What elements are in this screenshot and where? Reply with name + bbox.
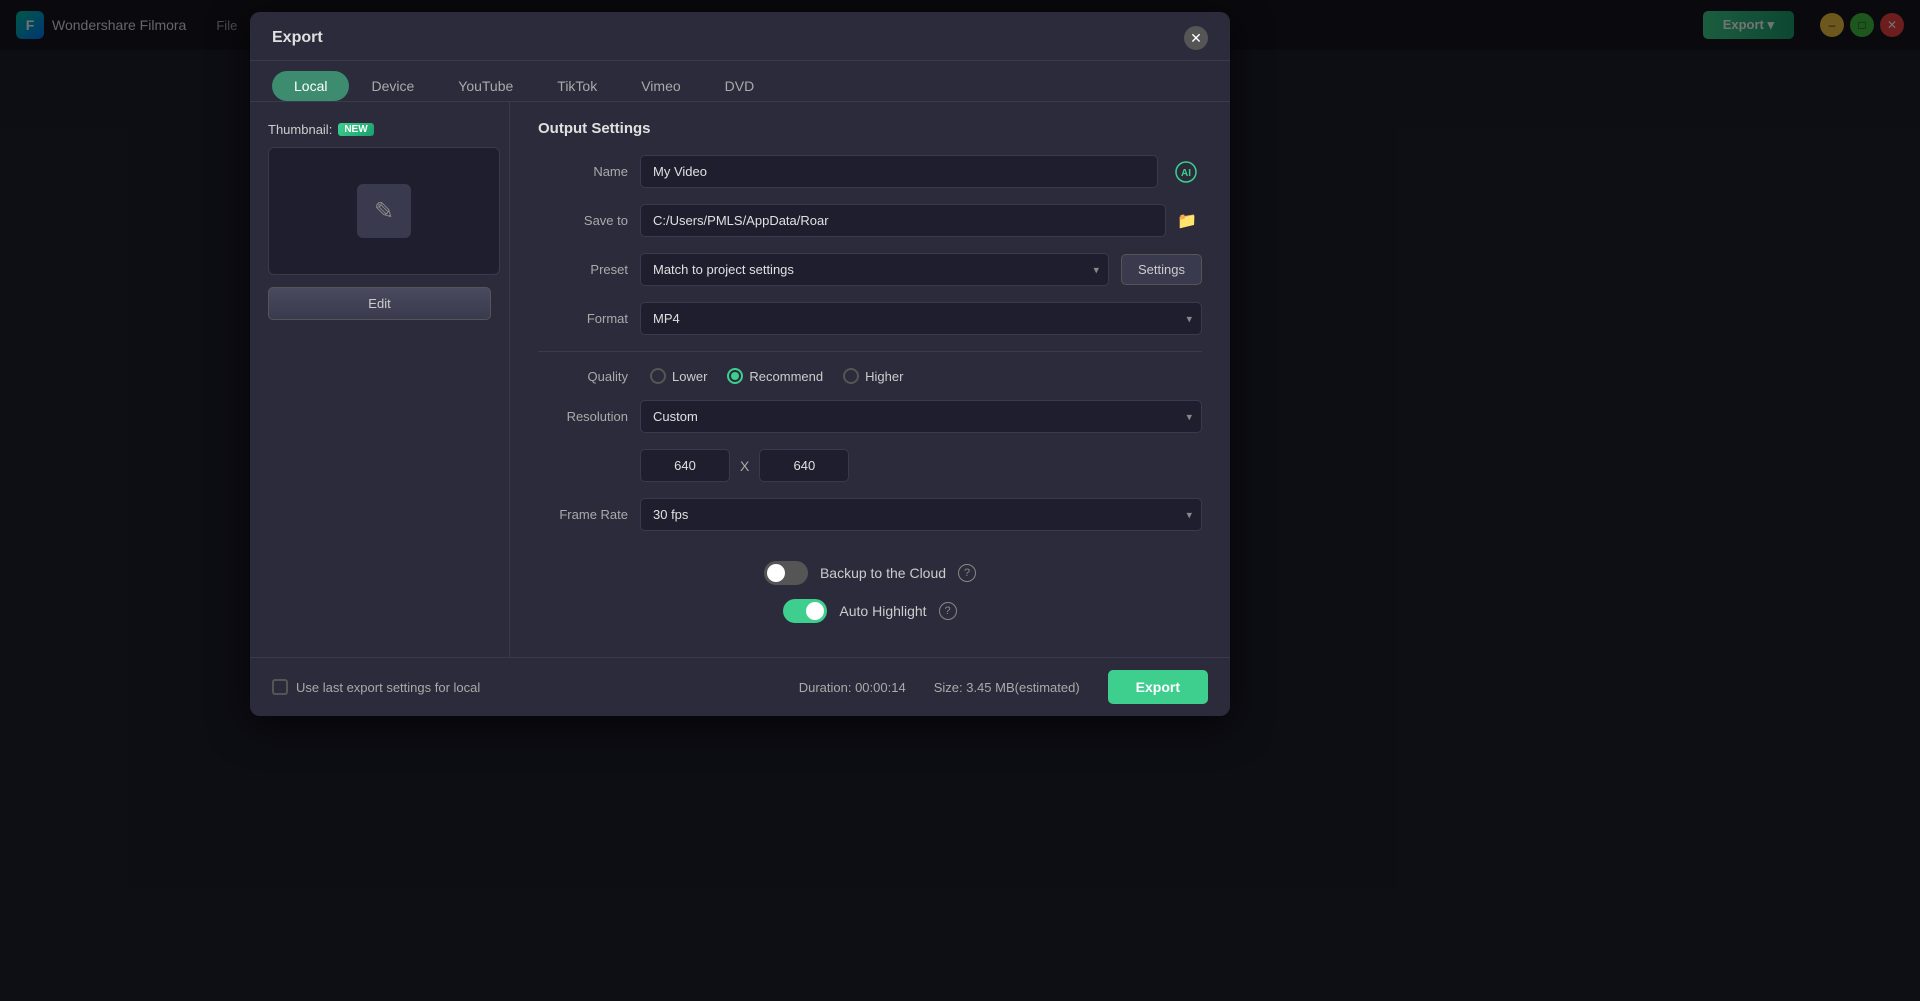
footer-right: Duration: 00:00:14 Size: 3.45 MB(estimat… <box>799 670 1208 704</box>
thumbnail-box: ✎ <box>268 147 500 275</box>
thumbnail-label: Thumbnail: NEW <box>268 122 491 137</box>
quality-label: Quality <box>538 369 628 384</box>
backup-cloud-knob <box>767 564 785 582</box>
format-select[interactable]: MP4 MOV AVI GIF <box>640 302 1202 335</box>
tab-tiktok[interactable]: TikTok <box>535 71 619 101</box>
quality-recommend-option[interactable]: Recommend <box>727 368 823 384</box>
divider-1 <box>538 351 1202 352</box>
settings-button[interactable]: Settings <box>1121 254 1202 285</box>
last-settings-checkbox-wrapper[interactable]: Use last export settings for local <box>272 679 480 695</box>
preset-row: Preset Match to project settings Custom … <box>538 253 1202 286</box>
svg-text:AI: AI <box>1181 168 1191 179</box>
resolution-height-input[interactable] <box>759 449 849 482</box>
name-label: Name <box>538 164 628 179</box>
quality-row: Quality Lower Recommend Higher <box>538 368 1202 384</box>
thumbnail-panel: Thumbnail: NEW ✎ Edit <box>250 102 510 657</box>
quality-lower-option[interactable]: Lower <box>650 368 707 384</box>
backup-cloud-label: Backup to the Cloud <box>820 565 946 581</box>
browse-folder-button[interactable]: 📁 <box>1172 206 1202 236</box>
last-settings-label: Use last export settings for local <box>296 680 480 695</box>
auto-highlight-info-icon[interactable]: ? <box>939 602 957 620</box>
output-settings-panel: Output Settings Name AI Save to 📁 Preset <box>510 102 1230 657</box>
dialog-footer: Use last export settings for local Durat… <box>250 657 1230 716</box>
preset-label: Preset <box>538 262 628 277</box>
resolution-width-input[interactable] <box>640 449 730 482</box>
resolution-label: Resolution <box>538 409 628 424</box>
dialog-header: Export ✕ <box>250 12 1230 61</box>
backup-cloud-info-icon[interactable]: ? <box>958 564 976 582</box>
dialog-body: Thumbnail: NEW ✎ Edit Output Settings Na… <box>250 102 1230 657</box>
ai-name-button[interactable]: AI <box>1170 156 1202 188</box>
duration-text: Duration: 00:00:14 <box>799 680 906 695</box>
output-settings-title: Output Settings <box>538 120 1202 137</box>
preset-select-wrapper: Match to project settings Custom ▾ <box>640 253 1109 286</box>
tab-bar: Local Device YouTube TikTok Vimeo DVD <box>250 61 1230 102</box>
auto-highlight-row: Auto Highlight ? <box>538 599 1202 623</box>
tab-youtube[interactable]: YouTube <box>436 71 535 101</box>
frame-rate-select-wrapper: 30 fps 24 fps 60 fps ▾ <box>640 498 1202 531</box>
save-to-label: Save to <box>538 213 628 228</box>
resolution-select[interactable]: Custom 1920x1080 1280x720 3840x2160 <box>640 400 1202 433</box>
name-row: Name AI <box>538 155 1202 188</box>
format-label: Format <box>538 311 628 326</box>
frame-rate-label: Frame Rate <box>538 507 628 522</box>
save-to-row: Save to 📁 <box>538 204 1202 237</box>
auto-highlight-knob <box>806 602 824 620</box>
tab-vimeo[interactable]: Vimeo <box>619 71 702 101</box>
size-text: Size: 3.45 MB(estimated) <box>934 680 1080 695</box>
radio-dot <box>731 372 739 380</box>
format-row: Format MP4 MOV AVI GIF ▾ <box>538 302 1202 335</box>
preset-select[interactable]: Match to project settings Custom <box>640 253 1109 286</box>
export-dialog: Export ✕ Local Device YouTube TikTok Vim… <box>250 12 1230 716</box>
tab-dvd[interactable]: DVD <box>703 71 777 101</box>
last-settings-checkbox[interactable] <box>272 679 288 695</box>
save-to-input[interactable] <box>640 204 1166 237</box>
resolution-row: Resolution Custom 1920x1080 1280x720 384… <box>538 400 1202 433</box>
tab-local[interactable]: Local <box>272 71 349 101</box>
new-badge: NEW <box>338 123 373 136</box>
format-select-wrapper: MP4 MOV AVI GIF ▾ <box>640 302 1202 335</box>
frame-rate-select[interactable]: 30 fps 24 fps 60 fps <box>640 498 1202 531</box>
tab-device[interactable]: Device <box>349 71 436 101</box>
thumbnail-edit-icon: ✎ <box>357 184 411 238</box>
edit-thumbnail-button[interactable]: Edit <box>268 287 491 320</box>
name-input[interactable] <box>640 155 1158 188</box>
frame-rate-row: Frame Rate 30 fps 24 fps 60 fps ▾ <box>538 498 1202 531</box>
resolution-x-separator: X <box>740 458 749 474</box>
dialog-title: Export <box>272 29 323 47</box>
backup-cloud-row: Backup to the Cloud ? <box>538 561 1202 585</box>
auto-highlight-toggle[interactable] <box>783 599 827 623</box>
quality-radio-group: Lower Recommend Higher <box>650 368 903 384</box>
quality-recommend-radio[interactable] <box>727 368 743 384</box>
quality-lower-radio[interactable] <box>650 368 666 384</box>
dialog-close-button[interactable]: ✕ <box>1184 26 1208 50</box>
footer-left: Use last export settings for local <box>272 679 480 695</box>
auto-highlight-label: Auto Highlight <box>839 603 926 619</box>
save-to-input-group: 📁 <box>640 204 1202 237</box>
backup-cloud-toggle[interactable] <box>764 561 808 585</box>
quality-higher-radio[interactable] <box>843 368 859 384</box>
resolution-inputs: X <box>538 449 1202 482</box>
toggle-section: Backup to the Cloud ? Auto Highlight ? <box>538 547 1202 647</box>
resolution-select-wrapper: Custom 1920x1080 1280x720 3840x2160 ▾ <box>640 400 1202 433</box>
quality-higher-option[interactable]: Higher <box>843 368 903 384</box>
export-button[interactable]: Export <box>1108 670 1208 704</box>
